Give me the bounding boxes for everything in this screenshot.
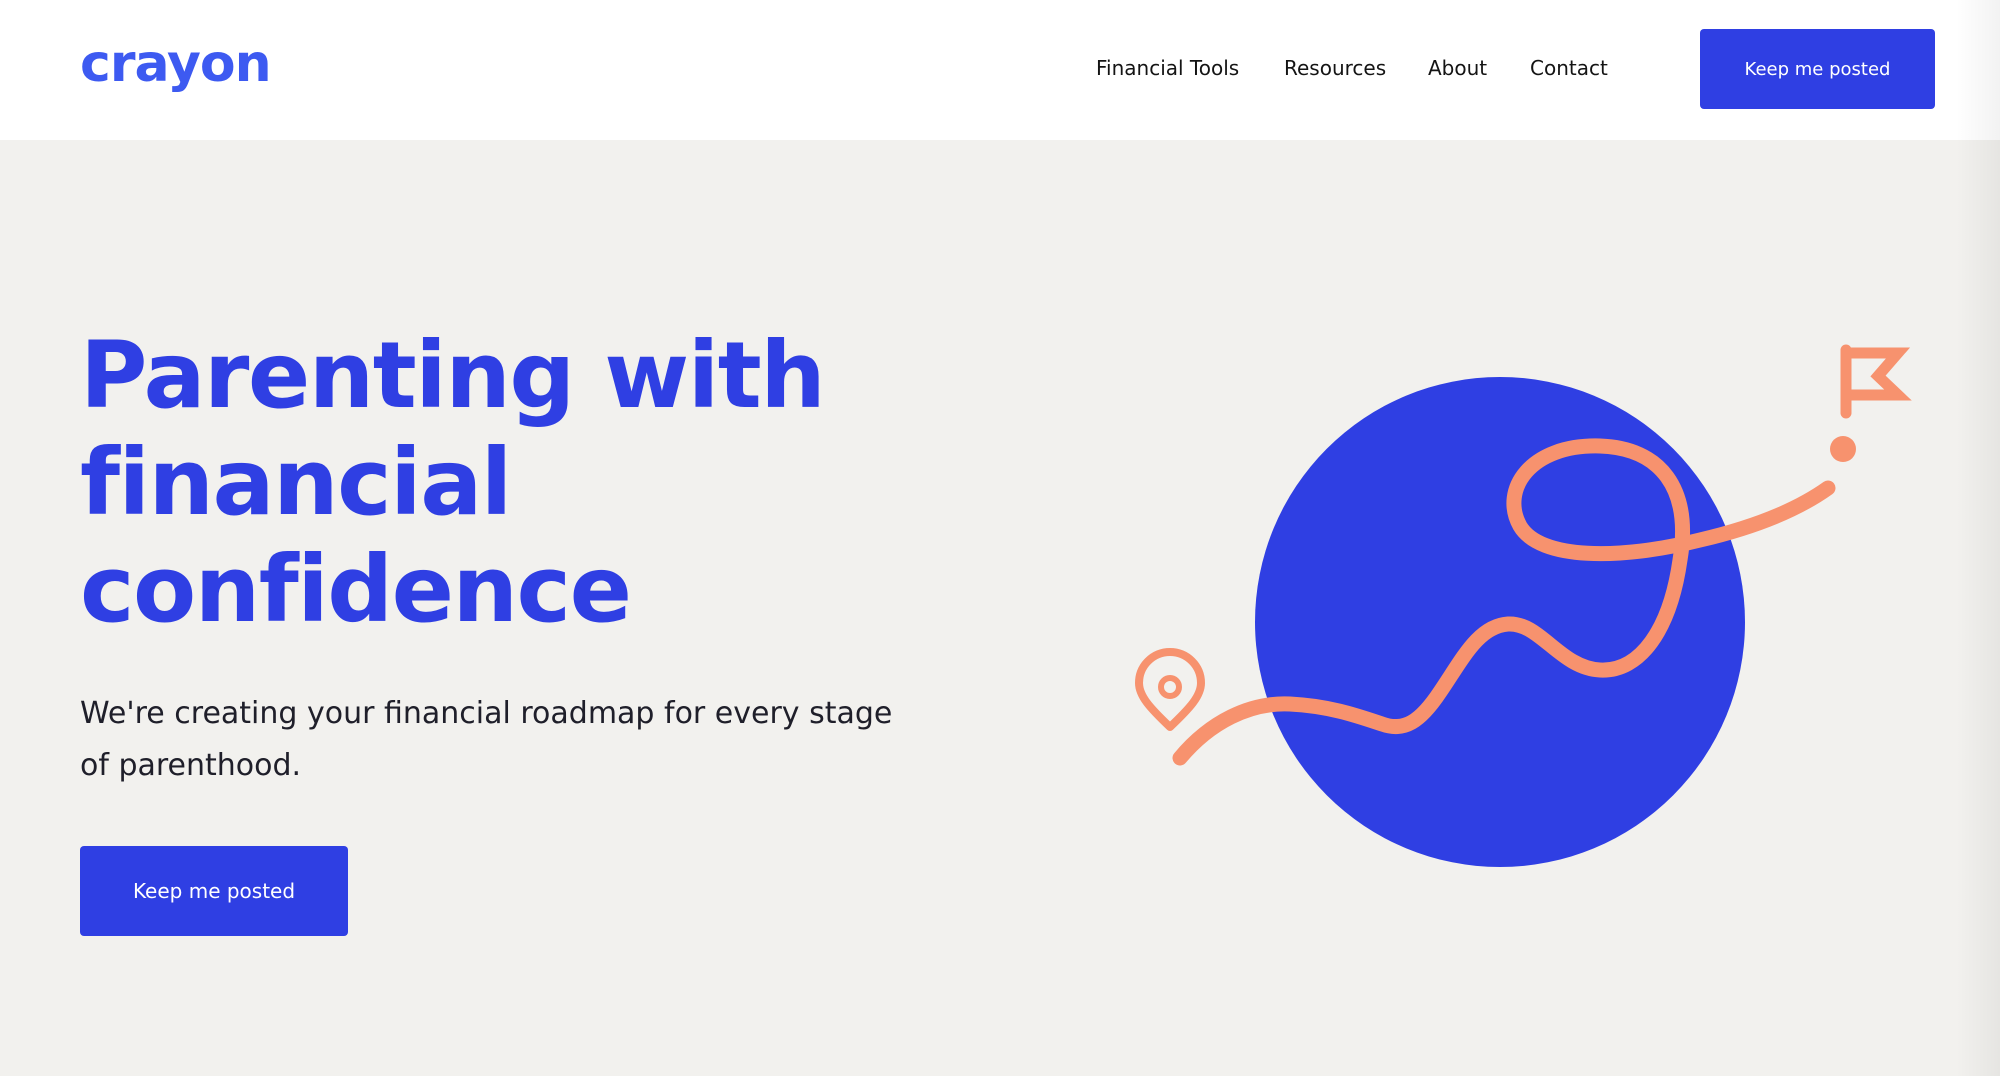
nav-resources[interactable]: Resources <box>1284 56 1386 80</box>
main-nav: Financial Tools Resources About Contact <box>0 56 1620 86</box>
hero-title: Parenting with financial confidence <box>80 322 980 643</box>
hero-keep-me-posted-button[interactable]: Keep me posted <box>80 846 348 936</box>
nav-financial-tools[interactable]: Financial Tools <box>1096 56 1239 80</box>
roadmap-end-dot <box>1830 436 1856 462</box>
nav-contact[interactable]: Contact <box>1530 56 1608 80</box>
nav-about[interactable]: About <box>1428 56 1487 80</box>
hero-title-line-2: financial <box>80 429 512 536</box>
hero-subtitle: We're creating your financial roadmap fo… <box>80 696 893 783</box>
hero-title-line-3: confidence <box>80 536 632 643</box>
header-keep-me-posted-button[interactable]: Keep me posted <box>1700 29 1935 109</box>
page: crayon Financial Tools Resources About C… <box>0 0 2000 1076</box>
roadmap-planet-illustration <box>1135 344 1912 867</box>
location-pin-icon <box>1135 648 1205 731</box>
hero-title-line-1: Parenting with <box>80 322 826 429</box>
flag-icon <box>1840 344 1912 419</box>
site-header: crayon Financial Tools Resources About C… <box>0 0 2000 140</box>
edge-shadow <box>1956 0 2000 1076</box>
